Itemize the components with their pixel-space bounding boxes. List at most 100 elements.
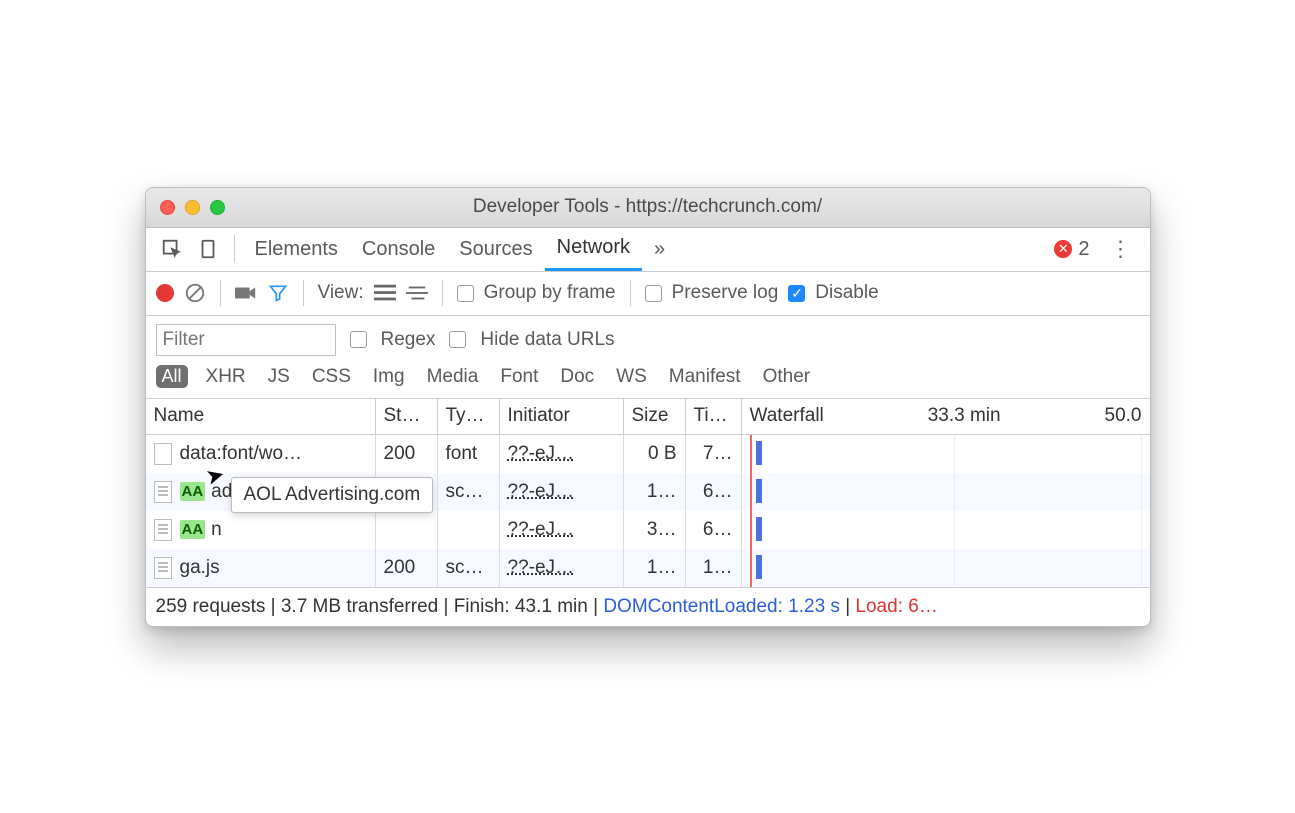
file-icon [154, 557, 172, 579]
row-initiator[interactable]: ??-eJ… [508, 481, 575, 503]
status-requests: 259 requests [156, 596, 266, 617]
filter-type-css[interactable]: CSS [308, 364, 355, 390]
row-initiator[interactable]: ??-eJ… [508, 519, 575, 541]
filter-type-all[interactable]: All [156, 365, 188, 388]
row-size: 1… [624, 473, 686, 511]
ad-badge: AA [180, 482, 206, 501]
row-type: font [438, 435, 500, 473]
filter-input[interactable] [156, 324, 336, 356]
table-header: Name St… Ty… Initiator Size Ti… Waterfal… [146, 399, 1150, 435]
status-bar: 259 requests | 3.7 MB transferred | Fini… [146, 587, 1150, 626]
record-button[interactable] [156, 284, 174, 302]
file-icon [154, 519, 172, 541]
table-row[interactable]: AA n ??-eJ… 3…6… [146, 511, 1150, 549]
row-waterfall [742, 549, 1150, 587]
preserve-log-label: Preserve log [672, 282, 779, 304]
status-transferred: 3.7 MB transferred [281, 596, 438, 617]
filter-type-xhr[interactable]: XHR [202, 364, 250, 390]
filter-type-manifest[interactable]: Manifest [665, 364, 745, 390]
row-time: 1… [686, 549, 742, 587]
clear-button[interactable] [184, 282, 206, 304]
row-name: ga.js [180, 557, 220, 579]
inspect-element-icon[interactable] [160, 237, 184, 261]
ad-badge: AA [180, 520, 206, 539]
zoom-window-button[interactable] [210, 200, 225, 215]
error-count-badge[interactable]: ✕ 2 [1054, 238, 1089, 261]
row-time: 7… [686, 435, 742, 473]
disable-cache-checkbox[interactable] [788, 285, 805, 302]
row-type: sc… [438, 549, 500, 587]
row-initiator[interactable]: ??-eJ… [508, 557, 575, 579]
row-size: 3… [624, 511, 686, 549]
error-count: 2 [1078, 238, 1089, 261]
col-time[interactable]: Ti… [686, 399, 742, 434]
filter-type-media[interactable]: Media [423, 364, 483, 390]
col-status[interactable]: St… [376, 399, 438, 434]
preserve-log-checkbox[interactable] [645, 285, 662, 302]
filter-type-js[interactable]: JS [264, 364, 294, 390]
filter-type-doc[interactable]: Doc [556, 364, 598, 390]
large-rows-icon[interactable] [374, 282, 396, 304]
row-status [376, 511, 438, 549]
hide-data-urls-label: Hide data URLs [480, 329, 614, 351]
device-mode-icon[interactable] [196, 237, 220, 261]
row-status: 200 [376, 435, 438, 473]
filter-type-font[interactable]: Font [496, 364, 542, 390]
col-initiator[interactable]: Initiator [500, 399, 624, 434]
window-title: Developer Tools - https://techcrunch.com… [146, 196, 1150, 218]
row-name: data:font/wo… [180, 443, 303, 465]
minimize-window-button[interactable] [185, 200, 200, 215]
camera-icon[interactable] [235, 282, 257, 304]
file-icon [154, 443, 172, 465]
col-waterfall[interactable]: Waterfall 33.3 min 50.0 [742, 399, 1150, 434]
row-status: 200 [376, 549, 438, 587]
col-name[interactable]: Name [146, 399, 376, 434]
filter-type-img[interactable]: Img [369, 364, 409, 390]
filter-bar: Regex Hide data URLs All XHR JS CSS Img … [146, 316, 1150, 399]
separator [234, 235, 235, 263]
row-waterfall [742, 473, 1150, 511]
status-finish: Finish: 43.1 min [454, 596, 588, 617]
row-waterfall [742, 435, 1150, 473]
regex-checkbox[interactable] [350, 331, 367, 348]
regex-label: Regex [381, 329, 436, 351]
close-window-button[interactable] [160, 200, 175, 215]
tab-sources[interactable]: Sources [447, 228, 544, 271]
col-size[interactable]: Size [624, 399, 686, 434]
filter-icon[interactable] [267, 282, 289, 304]
error-icon: ✕ [1054, 240, 1072, 258]
titlebar: Developer Tools - https://techcrunch.com… [146, 188, 1150, 228]
row-initiator[interactable]: ??-eJ… [508, 443, 575, 465]
table-row[interactable]: ga.js 200sc… ??-eJ… 1…1… [146, 549, 1150, 587]
network-toolbar: View: Group by frame Preserve log Disabl… [146, 272, 1150, 316]
status-dcl: DOMContentLoaded: 1.23 s [603, 596, 840, 617]
devtools-window: Developer Tools - https://techcrunch.com… [145, 187, 1151, 627]
disable-cache-label: Disable [815, 282, 878, 304]
status-load: Load: 6… [855, 596, 937, 617]
tooltip: AOL Advertising.com [231, 477, 434, 513]
row-size: 1… [624, 549, 686, 587]
tab-console[interactable]: Console [350, 228, 447, 271]
traffic-lights [146, 200, 225, 215]
row-time: 6… [686, 473, 742, 511]
row-name: n [211, 519, 222, 541]
col-type[interactable]: Ty… [438, 399, 500, 434]
main-tabbar: Elements Console Sources Network » ✕ 2 ⋮ [146, 228, 1150, 272]
more-options-icon[interactable]: ⋮ [1100, 236, 1142, 262]
table-row[interactable]: data:font/wo… 200font ??-eJ… 0 B7… [146, 435, 1150, 473]
small-rows-icon[interactable] [406, 282, 428, 304]
row-type [438, 511, 500, 549]
row-size: 0 B [624, 435, 686, 473]
group-by-frame-checkbox[interactable] [457, 285, 474, 302]
filter-type-ws[interactable]: WS [612, 364, 651, 390]
hide-data-urls-checkbox[interactable] [449, 331, 466, 348]
row-type: sc… [438, 473, 500, 511]
view-label: View: [318, 282, 364, 304]
row-time: 6… [686, 511, 742, 549]
tab-network[interactable]: Network [545, 228, 642, 271]
row-waterfall [742, 511, 1150, 549]
table-body: data:font/wo…200font??-eJ…0 B7…AAadsWrap… [146, 435, 1150, 587]
filter-type-other[interactable]: Other [759, 364, 815, 390]
tab-more[interactable]: » [642, 228, 677, 271]
tab-elements[interactable]: Elements [243, 228, 350, 271]
